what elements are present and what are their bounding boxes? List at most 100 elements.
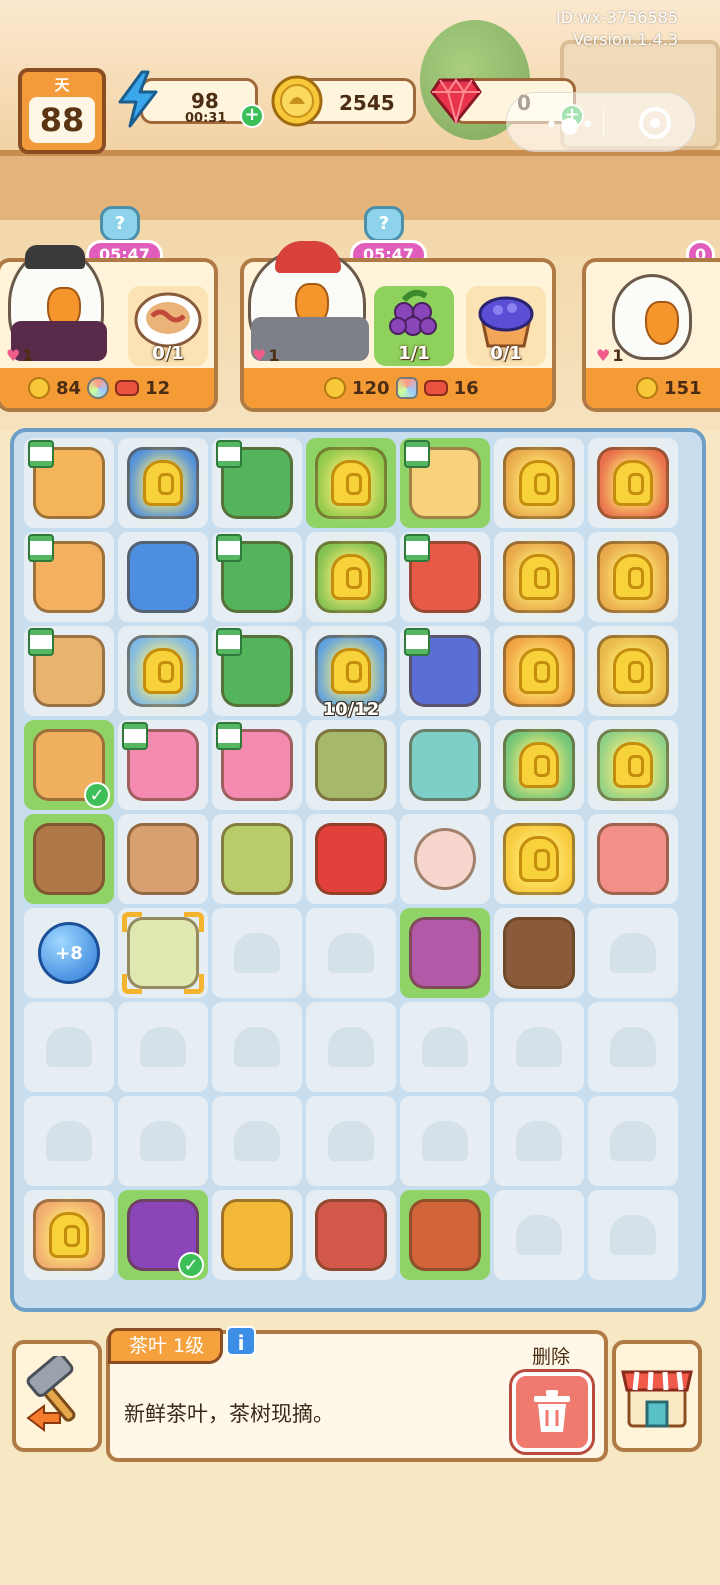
- customer-duck-2: [248, 241, 369, 361]
- board-cell-energy-bubble[interactable]: +8: [24, 908, 114, 998]
- chef-hat-placeholder-icon: [234, 1027, 280, 1067]
- board-cell-cutting-board-generator[interactable]: [24, 438, 114, 528]
- shop-button[interactable]: [612, 1340, 702, 1452]
- board-cell-green-stove-generator[interactable]: [212, 626, 302, 716]
- board-cell-ice-oven-locked[interactable]: [118, 626, 208, 716]
- fridge-progress: 10/12: [322, 699, 380, 720]
- board-cell-honey-spoon[interactable]: [212, 1190, 302, 1280]
- chef-hat-placeholder-icon: [422, 1027, 468, 1067]
- board-cell-empty[interactable]: [306, 908, 396, 998]
- coin-icon: [28, 377, 50, 399]
- customer-1-hearts: ♥ 1: [6, 346, 34, 365]
- menu-dots-icon[interactable]: •●•: [545, 113, 596, 138]
- board-cell-empty[interactable]: [212, 1096, 302, 1186]
- board-cell-onion[interactable]: [400, 908, 490, 998]
- board-cell-iced-tea[interactable]: [118, 814, 208, 904]
- coin-icon: [324, 377, 346, 399]
- customer-card-3[interactable]: ♥ 1 151: [582, 258, 720, 412]
- board-cell-knife-table-generator[interactable]: [24, 532, 114, 622]
- lightning-icon: [114, 70, 162, 128]
- board-cell-empty[interactable]: [24, 1096, 114, 1186]
- board-cell-coffee-cup[interactable]: [24, 814, 114, 904]
- hammer-icon: [26, 1356, 76, 1432]
- board-cell-empty[interactable]: [306, 1096, 396, 1186]
- chef-hat-placeholder-icon: [46, 1121, 92, 1161]
- energy-add-button[interactable]: +: [240, 104, 264, 128]
- egg-icon: [414, 828, 476, 890]
- fish-icon: [315, 729, 387, 801]
- board-cell-green-stove-generator[interactable]: [212, 438, 302, 528]
- board-cell-empty[interactable]: [494, 1002, 584, 1092]
- sausage-icon: [409, 1199, 481, 1271]
- chef-hat-placeholder-icon: [610, 933, 656, 973]
- board-cell-red-toaster-generator[interactable]: [400, 532, 490, 622]
- board-cell-blue-oven-locked[interactable]: [118, 438, 208, 528]
- board-cell-empty[interactable]: [212, 908, 302, 998]
- chef-hat-placeholder-icon: [328, 933, 374, 973]
- board-cell-empty[interactable]: [24, 1002, 114, 1092]
- lock-icon: [143, 648, 183, 694]
- customer-card-1[interactable]: ♥ 1 0/1 84 12: [0, 245, 218, 412]
- hourglass-icon: [216, 440, 242, 468]
- board-cell-empty[interactable]: [588, 1096, 678, 1186]
- board-cell-tea-leaf[interactable]: [118, 908, 208, 998]
- board-cell-bottle-locked[interactable]: [588, 720, 678, 810]
- board-cell-empty[interactable]: [212, 1002, 302, 1092]
- board-cell-blender-generator[interactable]: [400, 438, 490, 528]
- board-cell-grapes[interactable]: ✓: [118, 1190, 208, 1280]
- board-cell-empty[interactable]: [494, 1190, 584, 1280]
- hourglass-icon: [404, 440, 430, 468]
- lock-icon: [613, 554, 653, 600]
- chef-hat-placeholder-icon: [234, 933, 280, 973]
- board-cell-cola-can[interactable]: [306, 814, 396, 904]
- board-cell-fish[interactable]: [306, 720, 396, 810]
- board-cell-corn-locked[interactable]: [494, 814, 584, 904]
- board-cell-empty[interactable]: [588, 1190, 678, 1280]
- board-cell-pot-locked[interactable]: [588, 532, 678, 622]
- customer-card-2[interactable]: ♥ 1 1/1 0/1 120 16: [240, 241, 556, 412]
- info-button[interactable]: i: [226, 1326, 256, 1356]
- board-cell-blue-oven-generator[interactable]: [400, 626, 490, 716]
- board-cell-pink-oven-generator[interactable]: [118, 720, 208, 810]
- hammer-button[interactable]: [12, 1340, 102, 1452]
- close-target-icon[interactable]: [639, 107, 671, 139]
- board-cell-empty[interactable]: [306, 1002, 396, 1092]
- board-cell-basket-locked[interactable]: [588, 626, 678, 716]
- board-cell-knife-board-generator[interactable]: [24, 626, 114, 716]
- customer-duck-1: [8, 245, 107, 361]
- board-cell-empty[interactable]: [400, 1096, 490, 1186]
- board-cell-squid[interactable]: [588, 814, 678, 904]
- board-cell-canister-locked[interactable]: [494, 532, 584, 622]
- board-cell-tea-cup[interactable]: ✓: [24, 720, 114, 810]
- debug-version: Version:1.4.3: [573, 30, 678, 49]
- lock-icon: [519, 742, 559, 788]
- checkmark-icon: ✓: [178, 1252, 204, 1278]
- board-cell-herb-bag[interactable]: [212, 814, 302, 904]
- lock-icon: [331, 554, 371, 600]
- board-cell-egg[interactable]: [400, 814, 490, 904]
- board-cell-fridge-locked[interactable]: 10/12: [306, 626, 396, 720]
- delete-button[interactable]: [512, 1372, 592, 1452]
- board-cell-mushroom[interactable]: [494, 908, 584, 998]
- order-blueberry-muffin: 0/1: [466, 286, 546, 366]
- board-cell-sausage[interactable]: [400, 1190, 490, 1280]
- board-cell-empty[interactable]: [118, 1002, 208, 1092]
- board-cell-empty[interactable]: [588, 1002, 678, 1092]
- board-cell-empty[interactable]: [400, 1002, 490, 1092]
- board-cell-salad-bowl-locked[interactable]: [306, 532, 396, 622]
- board-cell-empty[interactable]: [118, 1096, 208, 1186]
- board-cell-blue-oven[interactable]: [118, 532, 208, 622]
- board-cell-vegetable-crate-locked[interactable]: [494, 626, 584, 716]
- board-cell-box-locked[interactable]: [24, 1190, 114, 1280]
- chef-hat-placeholder-icon: [422, 1121, 468, 1161]
- board-cell-green-stove-generator[interactable]: [212, 532, 302, 622]
- board-cell-red-bag-locked[interactable]: [588, 438, 678, 528]
- board-cell-shrimp[interactable]: [400, 720, 490, 810]
- board-cell-jar-locked[interactable]: [494, 720, 584, 810]
- board-cell-canister-locked[interactable]: [494, 438, 584, 528]
- board-cell-bacon[interactable]: [306, 1190, 396, 1280]
- board-cell-fruit-basket-locked[interactable]: [306, 438, 396, 528]
- board-cell-empty[interactable]: [494, 1096, 584, 1186]
- board-cell-pink-oven-generator[interactable]: [212, 720, 302, 810]
- board-cell-empty[interactable]: [588, 908, 678, 998]
